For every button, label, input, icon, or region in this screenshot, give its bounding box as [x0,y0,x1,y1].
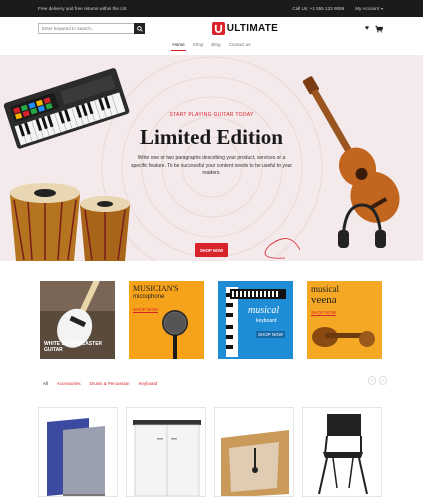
product-card[interactable] [38,407,118,497]
category-tile-microphone[interactable]: MUSICIAN'S microphone SHOP NOW [129,281,204,359]
my-account-menu[interactable]: My Account ▾ [355,6,383,11]
chevron-down-icon: ▾ [380,6,383,11]
veena-image [312,327,375,347]
logo[interactable]: ULTIMATE [211,22,279,35]
logo-mark-icon [211,22,225,35]
search-button[interactable] [134,23,145,34]
nav-shop[interactable]: Shop [192,42,205,50]
logo-text: ULTIMATE [226,23,279,34]
filter-tab-accessories[interactable]: Accessories [57,381,81,386]
hero-banner: START PLAYING GUITAR TODAY Limited Editi… [0,55,423,261]
top-bar: Free delivery and free returns within th… [0,0,423,17]
search-icon [136,25,143,32]
search-form: Enter Keyword to Search... [38,23,145,34]
carousel-arrows: ‹ › [368,376,387,385]
microphone-image [162,310,188,359]
category-tile-guitar[interactable]: WHITE STRATOCASTER GUITAR [40,281,115,359]
category-title-line1: musical [248,305,280,316]
category-title-line2: GUITAR [44,347,63,353]
filter-tab-all[interactable]: All [43,381,48,386]
hero-subtitle: START PLAYING GUITAR TODAY [169,112,254,118]
category-tile-veena[interactable]: musical veena SHOP NOW [307,281,382,359]
nav-contact[interactable]: Contact us [228,42,252,50]
category-shop-now-link[interactable]: SHOP NOW [256,331,285,338]
filter-tab-keyboard[interactable]: Keyboard [139,381,158,386]
nav-blog[interactable]: Blog [210,42,221,50]
main-nav: Home Shop Blog Contact us [0,40,423,52]
product-filter-tabs: All Accessories Drums & Percussion Keybo… [43,381,157,386]
hero-description: Write one or two paragraphs describing y… [130,155,293,177]
heart-icon[interactable]: ♥ [365,25,369,32]
tabla-drums-image [10,183,130,261]
nav-home[interactable]: Home [171,42,186,51]
cabinet-image [133,420,201,496]
category-title-line2: keyboard [256,318,277,324]
partition-panel-image [47,418,105,496]
category-tile-keyboard[interactable]: musical keyboard SHOP NOW [218,281,293,359]
search-input[interactable]: Enter Keyword to Search... [38,23,134,34]
product-card[interactable] [302,407,382,497]
product-card[interactable] [214,407,294,497]
site-header: Enter Keyword to Search... ULTIMATE ♥ [0,17,423,40]
product-card[interactable] [126,407,206,497]
promo-text: Free delivery and free returns within th… [38,6,127,11]
cart-icon[interactable] [375,25,383,33]
call-us-text: Call Us: +1 555 123 9069 [292,6,345,11]
hero-title: Limited Edition [140,125,283,149]
chevron-left-icon[interactable]: ‹ [368,376,376,385]
chevron-right-icon[interactable]: › [379,376,387,385]
hero-shop-now-button[interactable]: SHOP NOW [195,243,228,257]
floor-mat-image [221,430,289,496]
chair-image [318,414,368,495]
filter-tab-drums[interactable]: Drums & Percussion [90,381,130,386]
